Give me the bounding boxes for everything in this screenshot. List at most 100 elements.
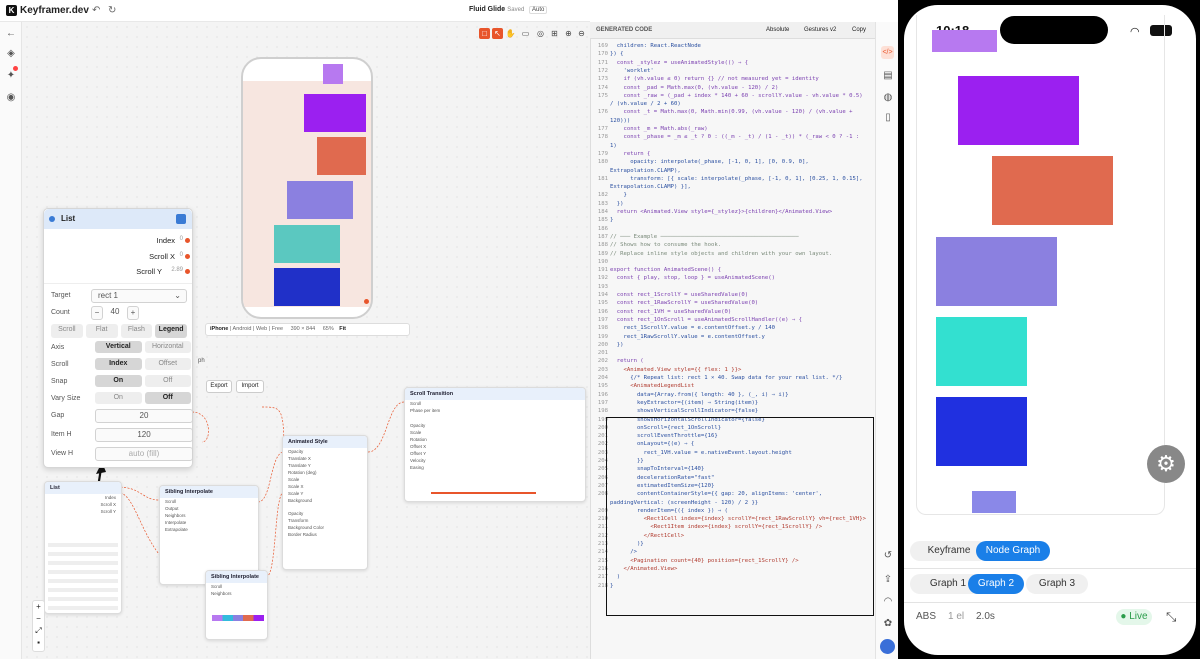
easing-slider[interactable] xyxy=(431,492,536,494)
globe-icon[interactable]: ◍ xyxy=(882,92,894,104)
animated-style-row[interactable]: Transform xyxy=(283,517,367,524)
tab-graph-2[interactable]: Graph 2 xyxy=(968,574,1024,594)
animated-style-row[interactable]: Border Radius xyxy=(283,531,367,538)
scroll-transition-row[interactable]: Offset X xyxy=(405,443,585,450)
snap-on[interactable]: On xyxy=(95,375,142,387)
fit-view-icon[interactable]: ⤢ xyxy=(33,625,44,637)
view-h-label: View H xyxy=(51,450,74,457)
avatar[interactable] xyxy=(880,639,895,654)
code-text: transform: [{ scale: interpolate(_phase,… xyxy=(610,175,863,182)
code-line: 201 xyxy=(591,350,875,357)
share-icon[interactable]: ⇪ xyxy=(882,574,894,586)
output-index-label: Index xyxy=(156,236,175,245)
target-select[interactable]: rect 1 ⌄ xyxy=(91,289,187,303)
count-value[interactable]: 40 xyxy=(105,307,125,316)
code-line: 196 const rect_1VH = useSharedValue(0) xyxy=(591,309,875,316)
panel-toggle-icon[interactable] xyxy=(176,214,186,224)
animated-style-row[interactable]: Opacity xyxy=(283,510,367,517)
output-port-icon[interactable] xyxy=(185,254,190,259)
output-port-icon[interactable] xyxy=(185,269,190,274)
device-screen[interactable]: 10:18 ◠ ⚙ Keyframe Node Graph Graph 1 Gr… xyxy=(904,5,1196,655)
scroll-index[interactable]: Index xyxy=(95,358,142,370)
scroll-transition-row[interactable]: Opacity xyxy=(405,422,585,429)
file-icon[interactable]: ▯ xyxy=(882,112,894,124)
output-port-icon[interactable] xyxy=(185,238,190,243)
line-number: 186 xyxy=(597,225,608,232)
mode-flat[interactable]: Flat xyxy=(85,324,118,338)
mode-scroll[interactable]: Scroll xyxy=(51,324,83,338)
lock-icon[interactable]: ▪ xyxy=(33,637,44,649)
copy-button[interactable]: Copy xyxy=(852,27,866,33)
divider xyxy=(44,283,192,284)
rocket-icon[interactable]: ✦ xyxy=(5,70,17,82)
animated-style-row: Rotation (deg) xyxy=(288,470,317,475)
view-h-input[interactable]: auto (fill) xyxy=(95,447,193,461)
line-number: 180 xyxy=(597,159,608,166)
vary-on[interactable]: On xyxy=(95,392,142,404)
code-text: // ─── Example ─────────────────────────… xyxy=(610,233,799,240)
settings-icon[interactable]: ✿ xyxy=(882,618,894,630)
code-line: 196 data={Array.from({ length: 40 }, (_,… xyxy=(591,392,875,399)
user-icon[interactable]: ◠ xyxy=(882,596,894,608)
axis-vertical[interactable]: Vertical xyxy=(95,341,142,353)
settings-gear-icon[interactable]: ⚙ xyxy=(1147,445,1185,483)
tab-graph-3[interactable]: Graph 3 xyxy=(1026,574,1088,594)
scroll-transition-node[interactable]: Scroll Transition Scroll Phase per item … xyxy=(404,387,586,502)
code-text: {/* Repeat list: rect 1 × 40. Swap data … xyxy=(610,375,843,381)
back-arrow-icon[interactable]: ← xyxy=(5,28,17,40)
code-text: const _t = Math.max(0, Math.min(0.99, (v… xyxy=(610,109,853,116)
saved-label: Saved xyxy=(507,7,525,13)
vary-size-segmented: On Off xyxy=(95,392,191,404)
vary-off[interactable]: Off xyxy=(144,392,191,404)
tab-absolute[interactable]: Absolute xyxy=(766,27,789,33)
undo-icon[interactable]: ↶ xyxy=(92,5,100,16)
line-number: 174 xyxy=(597,84,608,91)
code-text: return ( xyxy=(610,358,644,365)
list-panel-title: List xyxy=(61,214,76,223)
scroll-transition-row[interactable]: Rotation xyxy=(405,436,585,443)
history-icon[interactable]: ↺ xyxy=(882,550,894,562)
tab-gestures-v2[interactable]: Gestures v2 xyxy=(804,27,836,33)
scroll-transition-row[interactable]: Scale xyxy=(405,429,585,436)
layers-icon[interactable]: ◈ xyxy=(5,48,17,60)
inbox-icon[interactable]: ▤ xyxy=(882,70,894,82)
collapse-icon[interactable]: ⤡ xyxy=(1166,609,1176,625)
code-icon[interactable]: </> xyxy=(881,46,894,59)
item-h-input[interactable]: 120 xyxy=(95,428,193,442)
code-line: Extrapolation.CLAMP) }], xyxy=(591,184,875,191)
animated-style-node[interactable]: Animated Style Opacity Translate X Trans… xyxy=(282,435,368,570)
count-increment-button[interactable]: + xyxy=(127,306,139,320)
code-text: const rect_1VH = useSharedValue(0) xyxy=(610,308,732,315)
code-line: 171 const _stylez = useAnimatedStyle(() … xyxy=(591,60,875,67)
mode-legend[interactable]: Legend xyxy=(155,324,187,338)
eye-icon[interactable]: ◉ xyxy=(5,92,17,104)
sibling-color-node-title: Sibling Interpolate xyxy=(206,571,267,583)
animated-style-row[interactable]: Background Color xyxy=(283,524,367,531)
scroll-offset[interactable]: Offset xyxy=(144,358,191,370)
zoom-in-button[interactable]: + xyxy=(33,601,44,613)
code-text: }) xyxy=(610,341,624,348)
snap-off[interactable]: Off xyxy=(144,375,191,387)
code-panel[interactable]: 169 children: React.ReactNode 170}) {171 … xyxy=(590,22,875,659)
list-inspector-panel[interactable]: List Index 0 Scroll X 0 Scroll Y 2.89 Ta… xyxy=(43,208,193,468)
redo-icon[interactable]: ↻ xyxy=(108,5,116,16)
code-line: 184 return <Animated.View style={_stylez… xyxy=(591,209,875,216)
list-node[interactable]: List Index Scroll X Scroll Y xyxy=(44,481,122,614)
preview-rect xyxy=(972,491,1016,513)
count-decrement-button[interactable]: − xyxy=(91,306,103,320)
mode-flash[interactable]: Flash xyxy=(120,324,153,338)
list-node-output: Scroll X xyxy=(100,502,116,507)
auto-toggle[interactable]: Auto xyxy=(529,6,548,14)
tab-node-graph[interactable]: Node Graph xyxy=(976,541,1050,561)
scroll-transition-row[interactable]: Offset Y xyxy=(405,450,585,457)
sibling-interpolate-color-node[interactable]: Sibling Interpolate Scroll Neighbors xyxy=(205,570,268,640)
item-h-row: Item H 120 xyxy=(51,428,193,442)
code-line: 182 } xyxy=(591,192,875,199)
gap-input[interactable]: 20 xyxy=(95,409,193,423)
axis-horizontal[interactable]: Horizontal xyxy=(144,341,191,353)
code-text: const rect_1RawScrollY = useSharedValue(… xyxy=(610,300,759,307)
line-number: 203 xyxy=(597,366,608,373)
code-line: 176 const _t = Math.max(0, Math.min(0.99… xyxy=(591,109,875,116)
document-title[interactable]: Fluid Glide xyxy=(469,6,505,13)
zoom-out-button[interactable]: − xyxy=(33,613,44,625)
